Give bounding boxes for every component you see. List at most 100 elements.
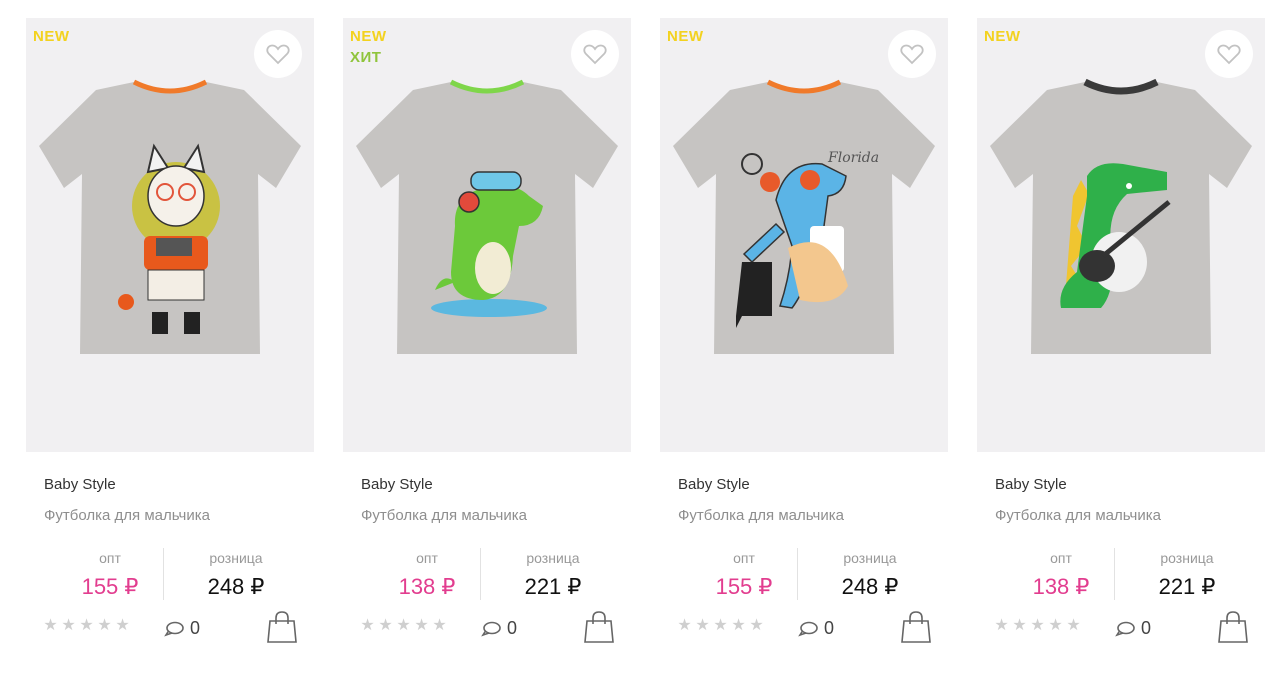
star-icon[interactable]: ★ (359, 618, 376, 634)
wholesale-label: опт (416, 550, 438, 566)
heart-icon (583, 44, 607, 65)
star-icon[interactable]: ★ (694, 618, 711, 634)
badge-group: NEW ХИТ (350, 28, 387, 66)
favorite-button[interactable] (571, 30, 619, 78)
product-card[interactable]: NEW Baby Style Футболка для мальчика опт (977, 18, 1265, 678)
add-to-cart-button[interactable] (583, 610, 615, 644)
comments-link[interactable]: 0 (1115, 618, 1151, 639)
star-icon[interactable]: ★ (78, 618, 95, 634)
comment-icon (481, 621, 501, 636)
comments-link[interactable]: 0 (164, 618, 200, 639)
product-title[interactable]: Футболка для мальчика (678, 507, 844, 524)
star-icon[interactable]: ★ (60, 618, 77, 634)
star-icon[interactable]: ★ (1065, 618, 1082, 634)
shopping-bag-icon (1218, 611, 1248, 643)
retail-price: розница 221 ₽ (1117, 548, 1257, 603)
badge-group: NEW (667, 28, 704, 45)
product-image[interactable]: NEW (26, 18, 314, 452)
badge-new: NEW (984, 28, 1021, 45)
favorite-button[interactable] (254, 30, 302, 78)
comment-icon (164, 621, 184, 636)
star-icon[interactable]: ★ (676, 618, 693, 634)
star-icon[interactable]: ★ (431, 618, 448, 634)
tshirt-image: Florida (673, 79, 935, 354)
wholesale-price: опт 155 ₽ (674, 548, 814, 603)
star-icon[interactable]: ★ (96, 618, 113, 634)
comment-icon (798, 621, 818, 636)
star-icon[interactable]: ★ (1047, 618, 1064, 634)
star-icon[interactable]: ★ (377, 618, 394, 634)
product-brand[interactable]: Baby Style (678, 476, 750, 493)
comments-link[interactable]: 0 (798, 618, 834, 639)
wholesale-value: 155 ₽ (715, 574, 773, 599)
price-block: опт 155 ₽ розница 248 ₽ (26, 548, 314, 604)
wholesale-price: опт 138 ₽ (357, 548, 497, 603)
comment-icon (1115, 621, 1135, 636)
retail-value: 221 ₽ (524, 574, 582, 599)
star-icon[interactable]: ★ (1011, 618, 1028, 634)
star-icon[interactable]: ★ (395, 618, 412, 634)
wholesale-label: опт (733, 550, 755, 566)
star-icon[interactable]: ★ (413, 618, 430, 634)
add-to-cart-button[interactable] (900, 610, 932, 644)
comments-link[interactable]: 0 (481, 618, 517, 639)
price-divider (480, 548, 481, 600)
comments-count: 0 (507, 618, 518, 638)
wholesale-label: опт (1050, 550, 1072, 566)
product-brand[interactable]: Baby Style (995, 476, 1067, 493)
star-icon[interactable]: ★ (712, 618, 729, 634)
price-divider (163, 548, 164, 600)
svg-text:Florida: Florida (827, 150, 879, 166)
shopping-bag-icon (901, 611, 931, 643)
product-brand[interactable]: Baby Style (361, 476, 433, 493)
retail-label: розница (209, 550, 263, 566)
wholesale-label: опт (99, 550, 121, 566)
wholesale-price: опт 155 ₽ (40, 548, 180, 603)
comments-count: 0 (824, 618, 835, 638)
rating-stars[interactable]: ★ ★ ★ ★ ★ (676, 618, 765, 640)
favorite-button[interactable] (888, 30, 936, 78)
star-icon[interactable]: ★ (748, 618, 765, 634)
badge-new: NEW (350, 28, 387, 45)
retail-price: розница 248 ₽ (800, 548, 940, 603)
product-card[interactable]: NEW ХИТ Baby Style Футболка для мальчика (343, 18, 631, 678)
rating-stars[interactable]: ★ ★ ★ ★ ★ (42, 618, 131, 640)
product-image[interactable]: NEW Florida (660, 18, 948, 452)
badge-new: NEW (667, 28, 704, 45)
star-icon[interactable]: ★ (730, 618, 747, 634)
retail-label: розница (843, 550, 897, 566)
star-icon[interactable]: ★ (993, 618, 1010, 634)
retail-label: розница (1160, 550, 1214, 566)
wholesale-value: 138 ₽ (1032, 574, 1090, 599)
retail-value: 221 ₽ (1158, 574, 1216, 599)
wholesale-value: 138 ₽ (398, 574, 456, 599)
star-icon[interactable]: ★ (1029, 618, 1046, 634)
product-card[interactable]: NEW Baby Style Футболка для мальчика опт… (26, 18, 314, 678)
product-brand[interactable]: Baby Style (44, 476, 116, 493)
price-block: опт 138 ₽ розница 221 ₽ (343, 548, 631, 604)
collar (1083, 78, 1159, 95)
star-icon[interactable]: ★ (114, 618, 131, 634)
comments-count: 0 (190, 618, 201, 638)
shopping-bag-icon (584, 611, 614, 643)
product-title[interactable]: Футболка для мальчика (361, 507, 527, 524)
favorite-button[interactable] (1205, 30, 1253, 78)
product-card[interactable]: NEW Florida Baby Style Футболка для маль… (660, 18, 948, 678)
product-image[interactable]: NEW (977, 18, 1265, 452)
star-icon[interactable]: ★ (42, 618, 59, 634)
wholesale-price: опт 138 ₽ (991, 548, 1131, 603)
product-grid: NEW Baby Style Футболка для мальчика опт… (0, 0, 1280, 698)
heart-icon (266, 44, 290, 65)
price-divider (1114, 548, 1115, 600)
retail-label: розница (526, 550, 580, 566)
add-to-cart-button[interactable] (266, 610, 298, 644)
product-title[interactable]: Футболка для мальчика (44, 507, 210, 524)
rating-stars[interactable]: ★ ★ ★ ★ ★ (359, 618, 448, 640)
add-to-cart-button[interactable] (1217, 610, 1249, 644)
retail-value: 248 ₽ (207, 574, 265, 599)
comments-count: 0 (1141, 618, 1152, 638)
product-image[interactable]: NEW ХИТ (343, 18, 631, 452)
rating-stars[interactable]: ★ ★ ★ ★ ★ (993, 618, 1082, 640)
tshirt-image (356, 79, 618, 354)
product-title[interactable]: Футболка для мальчика (995, 507, 1161, 524)
